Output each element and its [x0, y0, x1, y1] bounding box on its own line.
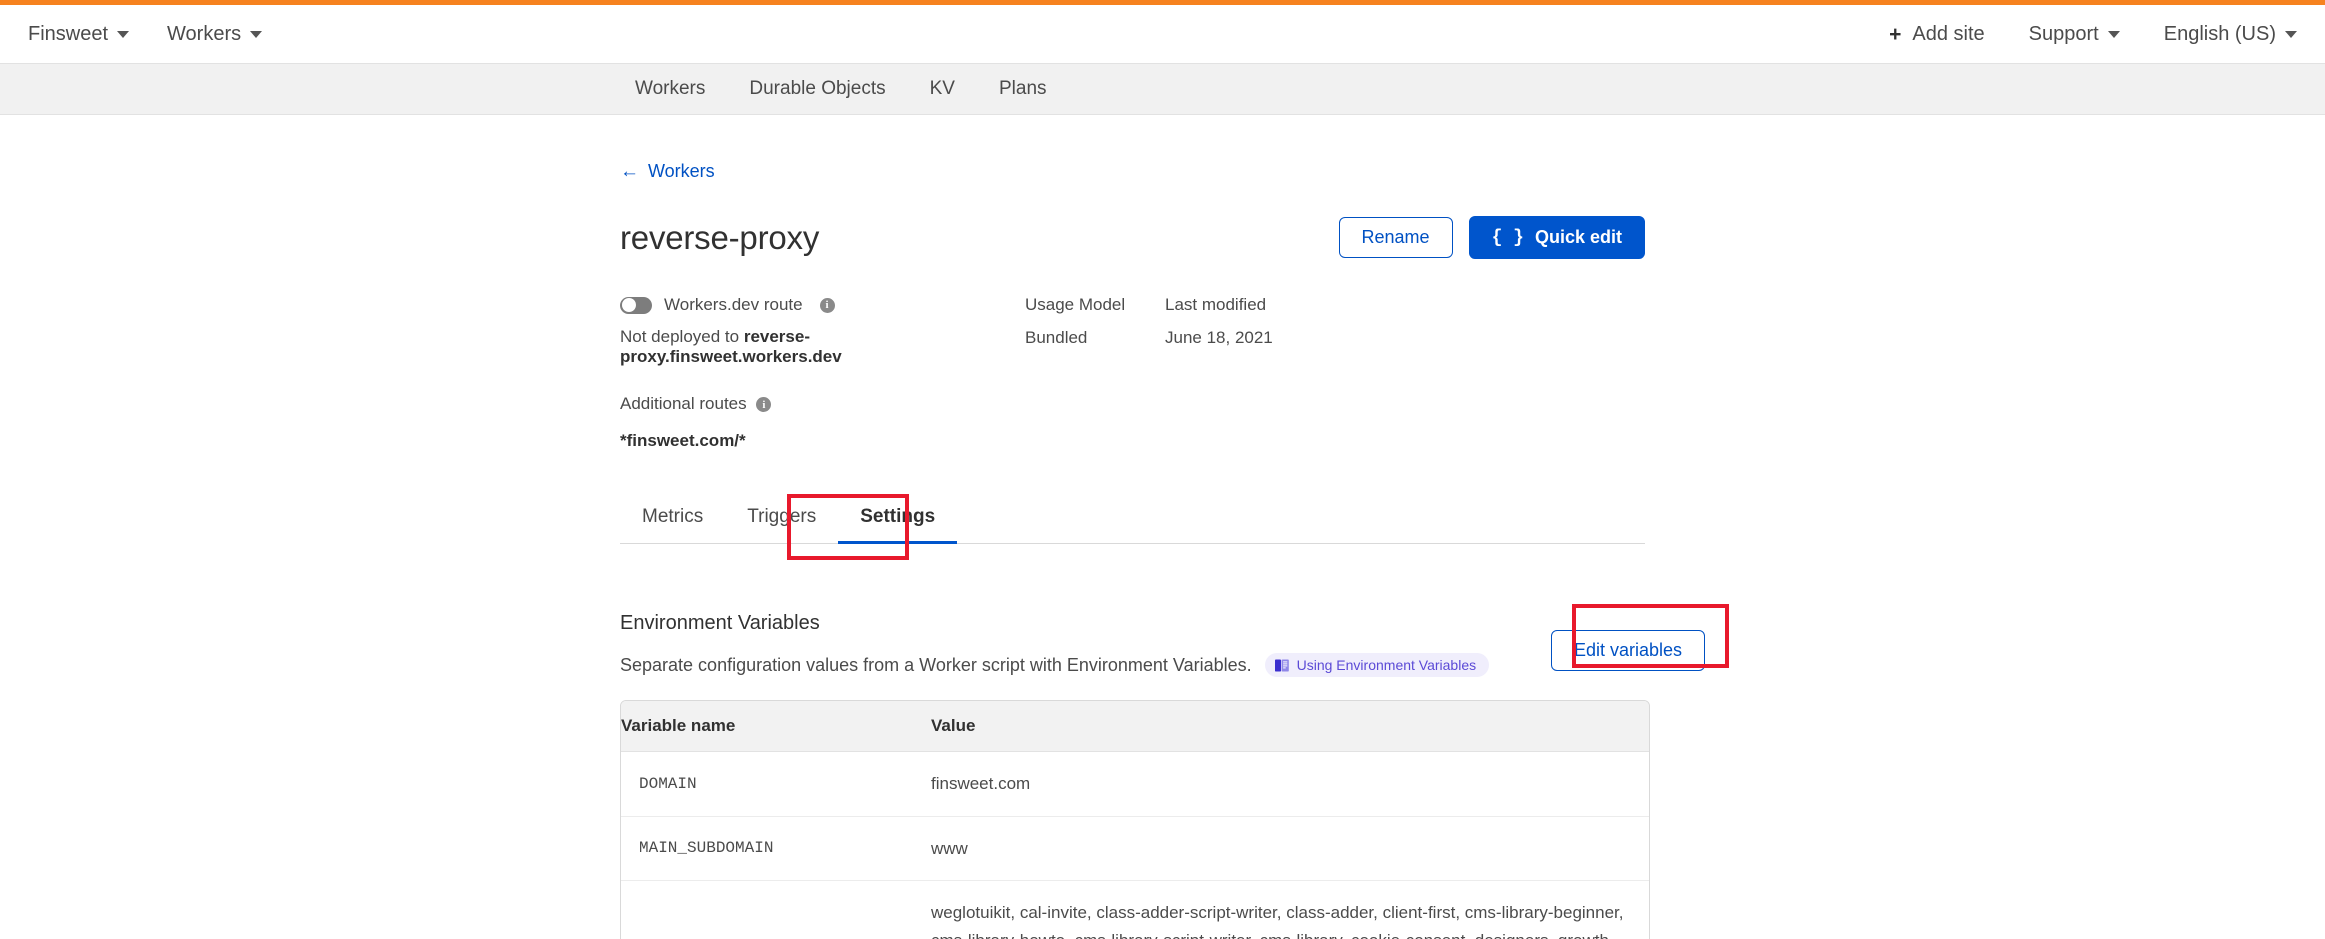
- book-icon: [1274, 659, 1289, 672]
- account-menu-label: Finsweet: [28, 22, 109, 45]
- rename-button-label: Rename: [1361, 227, 1430, 247]
- info-icon[interactable]: i: [756, 397, 772, 413]
- plus-icon: +: [1889, 22, 1902, 46]
- quick-edit-button-label: Quick edit: [1534, 227, 1622, 247]
- chevron-down-icon: [117, 30, 130, 38]
- table-header-row: Variable name Value: [621, 701, 1649, 752]
- arrow-left-icon: ←: [620, 161, 639, 182]
- product-menu-label: Workers: [167, 22, 242, 45]
- column-header-value: Value: [931, 716, 976, 735]
- subnav-item-workers[interactable]: Workers: [635, 78, 705, 100]
- environment-variables-table: Variable name Value DOMAIN finsweet.com …: [620, 700, 1650, 939]
- variable-value-cell: finsweet.com: [931, 774, 1031, 793]
- last-modified-column: Last modified June 18, 2021: [1165, 295, 1305, 348]
- deploy-status-prefix: Not deployed to: [620, 327, 740, 346]
- workers-dev-route-toggle[interactable]: [620, 296, 652, 314]
- add-site-label: Add site: [1912, 22, 1985, 45]
- variable-value-cell: www: [931, 838, 968, 858]
- table-row: DOMAIN finsweet.com: [621, 752, 1649, 817]
- table-row: SUBDOMAINS weglotuikit, cal-invite, clas…: [621, 881, 1649, 939]
- additional-routes-row: Additional routes i: [620, 394, 1025, 414]
- quick-edit-button[interactable]: { } Quick edit: [1468, 216, 1645, 259]
- edit-variables-button-wrapper: Edit variables: [1550, 630, 1705, 671]
- info-icon[interactable]: i: [819, 297, 835, 313]
- using-environment-variables-label: Using Environment Variables: [1296, 657, 1477, 673]
- subnav-item-plans[interactable]: Plans: [999, 78, 1047, 100]
- variable-name-cell: DOMAIN: [639, 774, 697, 793]
- code-braces-icon: { }: [1491, 227, 1524, 248]
- routes-column: Workers.dev route i Not deployed to reve…: [620, 295, 1025, 451]
- add-site-button[interactable]: + Add site: [1889, 23, 1985, 46]
- environment-variables-heading: Environment Variables: [620, 612, 820, 634]
- additional-route-value: *finsweet.com/*: [620, 431, 746, 450]
- chevron-down-icon: [2285, 30, 2297, 38]
- column-header-variable-name: Variable name: [621, 716, 736, 735]
- workers-dev-route-row: Workers.dev route i: [620, 295, 1025, 315]
- worker-tabs-wrapper: Metrics Triggers Settings: [620, 494, 1645, 560]
- environment-variables-section: Environment Variables Separate configura…: [620, 604, 1729, 939]
- title-action-buttons: Rename { } Quick edit: [1338, 216, 1645, 259]
- edit-variables-button[interactable]: Edit variables: [1550, 630, 1705, 671]
- tab-settings[interactable]: Settings: [838, 496, 958, 544]
- product-menu-workers[interactable]: Workers: [167, 22, 263, 46]
- secondary-navigation-bar: Workers Durable Objects KV Plans: [0, 63, 2325, 115]
- usage-model-value: Bundled: [1025, 328, 1088, 347]
- chevron-down-icon: [250, 30, 263, 38]
- environment-variables-description: Separate configuration values from a Wor…: [620, 654, 1252, 675]
- variable-name-cell: SUBDOMAINS: [621, 881, 931, 939]
- page-title: reverse-proxy: [620, 218, 820, 256]
- using-environment-variables-link[interactable]: Using Environment Variables: [1264, 653, 1490, 677]
- subnav-item-durable-objects[interactable]: Durable Objects: [749, 78, 885, 100]
- deploy-status-line: Not deployed to reverse-proxy.finsweet.w…: [620, 327, 1025, 367]
- top-navigation-bar: Finsweet Workers + Add site Support Engl…: [0, 5, 2325, 63]
- workers-dev-route-label: Workers.dev route: [664, 295, 803, 314]
- support-menu-label: Support: [2028, 22, 2099, 45]
- back-link-label: Workers: [648, 161, 715, 181]
- usage-model-column: Usage Model Bundled: [1025, 295, 1165, 348]
- topbar-left-group: Finsweet Workers: [28, 22, 263, 46]
- worker-title-row: reverse-proxy Rename { } Quick edit: [620, 216, 1645, 259]
- last-modified-label: Last modified: [1165, 295, 1267, 314]
- table-row: MAIN_SUBDOMAIN www: [621, 817, 1649, 882]
- language-menu-label: English (US): [2163, 22, 2276, 45]
- support-menu[interactable]: Support: [2029, 23, 2120, 46]
- subnav-item-kv[interactable]: KV: [930, 78, 955, 100]
- last-modified-value: June 18, 2021: [1165, 328, 1273, 347]
- edit-variables-button-label: Edit variables: [1573, 640, 1682, 660]
- tab-triggers[interactable]: Triggers: [725, 496, 838, 544]
- additional-routes-label: Additional routes: [620, 394, 747, 413]
- language-menu[interactable]: English (US): [2164, 23, 2297, 46]
- variable-value-cell: weglotuikit, cal-invite, class-adder-scr…: [931, 903, 1624, 939]
- variable-name-cell: MAIN_SUBDOMAIN: [639, 839, 774, 858]
- account-menu-finsweet[interactable]: Finsweet: [28, 22, 130, 46]
- worker-meta-grid: Workers.dev route i Not deployed to reve…: [620, 295, 2325, 451]
- usage-model-label: Usage Model: [1025, 295, 1126, 314]
- back-to-workers-link[interactable]: ← Workers: [620, 161, 715, 182]
- rename-button[interactable]: Rename: [1338, 217, 1453, 258]
- worker-tabs: Metrics Triggers Settings: [620, 496, 1645, 544]
- chevron-down-icon: [2107, 30, 2120, 38]
- page-content: ← Workers reverse-proxy Rename { } Quick…: [0, 161, 2325, 939]
- topbar-right-group: + Add site Support English (US): [1889, 23, 2297, 46]
- tab-metrics[interactable]: Metrics: [620, 496, 725, 544]
- environment-variables-description-row: Separate configuration values from a Wor…: [620, 653, 1645, 677]
